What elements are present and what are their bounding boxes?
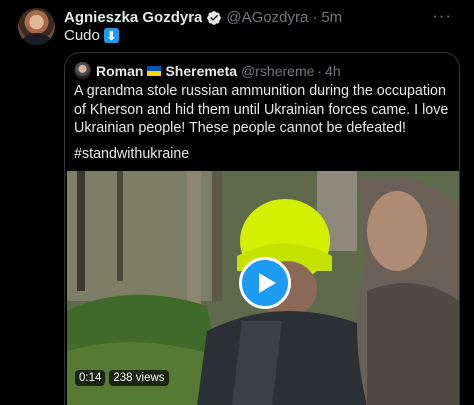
tweet-timestamp[interactable]: 5m [321,9,342,26]
author-avatar[interactable] [18,8,55,45]
tweet-body: Cudo [64,27,100,44]
ukraine-flag-icon [147,65,162,76]
separator-dot: · [312,9,318,26]
verified-badge-icon [207,10,222,25]
quote-header: Roman Sheremeta @rshereme · 4h [74,62,341,79]
quote-author-name-first[interactable]: Roman [96,63,143,79]
video-player[interactable]: 0:14 238 views [67,171,459,405]
quoted-tweet-card[interactable]: Roman Sheremeta @rshereme · 4h A grandma… [64,52,460,405]
quote-text: A grandma stole russian ammunition durin… [74,83,449,136]
video-stats: 0:14 238 views [75,370,169,386]
play-button[interactable] [239,257,291,309]
video-duration: 0:14 [75,370,106,386]
down-arrow-emoji-icon: ⬇ [103,28,119,43]
more-horizontal-icon[interactable]: ··· [432,6,452,26]
video-views: 238 views [109,370,169,386]
tweet-text: Cudo ⬇ [64,27,119,44]
quote-author-avatar[interactable] [74,62,91,79]
quote-timestamp[interactable]: 4h [325,63,341,79]
play-icon [259,273,276,293]
quote-separator-dot: · [317,62,323,79]
author-handle[interactable]: @AGozdyra [226,9,308,26]
quote-hashtag[interactable]: #standwithukraine [74,146,189,162]
author-name[interactable]: Agnieszka Gozdyra [64,9,202,26]
quote-author-handle[interactable]: @rshereme [241,63,314,79]
tweet-header: Agnieszka Gozdyra @AGozdyra · 5m [64,9,342,26]
quote-author-name-last[interactable]: Sheremeta [165,63,237,79]
